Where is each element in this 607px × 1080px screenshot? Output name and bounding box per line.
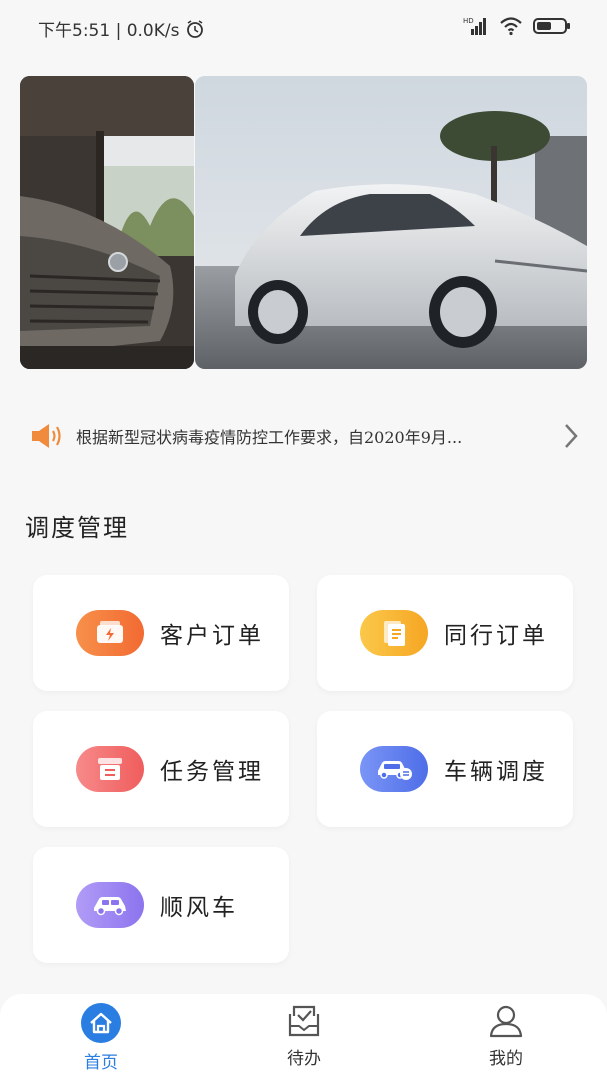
card-label: 任务管理	[160, 759, 264, 785]
hd-signal-icon: HD	[463, 17, 486, 35]
section-title: 调度管理	[25, 514, 129, 542]
car-dispatch-icon	[360, 746, 428, 792]
wallet-icon	[76, 610, 144, 656]
card-label: 顺风车	[160, 895, 238, 921]
tab-home[interactable]: 首页	[41, 1002, 161, 1073]
chevron-right-icon[interactable]	[562, 422, 580, 450]
battery-icon	[533, 18, 570, 34]
bottom-tab-bar: 首页 待办 我的	[0, 994, 607, 1080]
banner-slide-side[interactable]	[195, 76, 587, 369]
todo-icon	[288, 1005, 320, 1037]
customer-order-card[interactable]: 客户订单	[33, 575, 289, 691]
document-icon	[360, 610, 428, 656]
card-label: 同行订单	[444, 623, 548, 649]
tab-label: 首页	[84, 1053, 118, 1073]
tab-todo[interactable]: 待办	[244, 1002, 364, 1069]
archive-icon	[76, 746, 144, 792]
status-time: 下午5:51 | 0.0K/s	[38, 21, 180, 41]
svg-text:HD: HD	[463, 17, 474, 25]
status-bar: 下午5:51 | 0.0K/s HD	[0, 0, 607, 56]
banner-carousel[interactable]	[20, 76, 587, 369]
status-left: 下午5:51 | 0.0K/s	[38, 16, 205, 41]
tab-label: 待办	[287, 1049, 321, 1069]
tab-label: 我的	[489, 1049, 523, 1069]
home-icon	[81, 1003, 121, 1043]
notice-bar[interactable]: 根据新型冠状病毒疫情防控工作要求，自2020年9月...	[30, 416, 580, 456]
card-label: 车辆调度	[444, 759, 548, 785]
peer-order-card[interactable]: 同行订单	[317, 575, 573, 691]
notice-text: 根据新型冠状病毒疫情防控工作要求，自2020年9月...	[76, 428, 463, 447]
user-icon	[489, 1005, 523, 1038]
task-management-card[interactable]: 任务管理	[33, 711, 289, 827]
vehicle-dispatch-card[interactable]: 车辆调度	[317, 711, 573, 827]
carpool-card[interactable]: 顺风车	[33, 847, 289, 963]
car-icon	[76, 882, 144, 928]
card-label: 客户订单	[160, 623, 264, 649]
status-right: HD	[463, 16, 571, 36]
wifi-icon	[500, 17, 522, 36]
banner-slide-front[interactable]	[20, 76, 194, 369]
alarm-icon	[187, 19, 204, 38]
tab-mine[interactable]: 我的	[446, 1002, 566, 1069]
speaker-icon	[32, 424, 61, 448]
